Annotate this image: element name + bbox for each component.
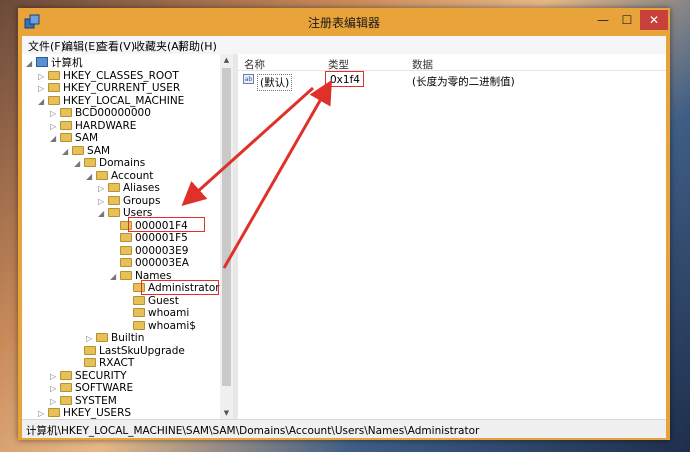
expand-arrow-icon[interactable]: ◢	[50, 133, 60, 145]
folder-icon	[60, 108, 72, 117]
menu-bar: 文件(F) 编辑(E) 查看(V) 收藏夹(A) 帮助(H)	[22, 36, 666, 55]
highlight-box-administrator	[141, 280, 219, 295]
tree-item-domains[interactable]: ◢ Domains	[74, 157, 145, 169]
expand-arrow-icon[interactable]: ▷	[38, 83, 48, 95]
scroll-thumb[interactable]	[222, 68, 231, 386]
folder-icon	[72, 145, 84, 155]
folder-icon	[60, 383, 72, 392]
folder-icon	[84, 358, 96, 367]
folder-icon	[48, 408, 60, 417]
highlight-box-000001f4	[128, 217, 205, 232]
expand-arrow-icon[interactable]: ▷	[50, 383, 60, 395]
scroll-down-icon[interactable]: ▼	[220, 407, 233, 419]
status-path: 计算机\HKEY_LOCAL_MACHINE\SAM\SAM\Domains\A…	[26, 425, 480, 437]
menu-file[interactable]: 文件(F)	[28, 38, 65, 54]
folder-icon	[84, 158, 96, 167]
value-name[interactable]: (默认)	[257, 74, 293, 91]
tree-item-sam[interactable]: ◢ SAM	[50, 132, 98, 144]
value-data: (长度为零的二进制值)	[412, 76, 515, 88]
expand-arrow-icon[interactable]: ◢	[74, 158, 84, 170]
title-bar[interactable]: 注册表编辑器 — ☐ ✕	[18, 8, 670, 36]
tree-item-whoami-dollar[interactable]: whoami$	[123, 320, 196, 332]
minimize-button[interactable]: —	[592, 10, 614, 30]
folder-icon	[60, 133, 72, 142]
folder-icon	[133, 320, 145, 330]
folder-icon	[48, 95, 60, 105]
tree-item-000001f5[interactable]: 000001F5	[110, 232, 188, 244]
folder-icon	[96, 333, 108, 342]
tree-item-sam-sam[interactable]: ◢ SAM	[62, 145, 110, 157]
tree-item-system[interactable]: ▷ SYSTEM	[50, 395, 117, 407]
expand-arrow-icon[interactable]: ◢	[98, 208, 108, 220]
maximize-button[interactable]: ☐	[616, 10, 638, 30]
folder-icon	[133, 295, 145, 305]
tree-item-hkey-current-user[interactable]: ▷ HKEY_CURRENT_USER	[38, 82, 180, 94]
tree-item-lastskuupgrade[interactable]: LastSkuUpgrade	[74, 345, 185, 357]
folder-icon	[133, 308, 145, 317]
tree-item-whoami[interactable]: whoami	[123, 307, 189, 319]
expand-arrow-icon[interactable]: ▷	[50, 396, 60, 408]
folder-icon	[48, 70, 60, 80]
binary-value-icon: ab	[243, 74, 254, 84]
expand-arrow-icon[interactable]: ▷	[98, 183, 108, 195]
scroll-up-icon[interactable]: ▲	[220, 54, 233, 66]
folder-icon	[108, 195, 120, 205]
folder-icon	[120, 258, 132, 267]
folder-icon	[96, 170, 108, 180]
expand-arrow-icon[interactable]: ▷	[86, 333, 96, 345]
tree-item-builtin[interactable]: ▷ Builtin	[86, 332, 144, 344]
close-button[interactable]: ✕	[640, 10, 668, 30]
tree-item-hkey-local-machine[interactable]: ◢ HKEY_LOCAL_MACHINE	[38, 95, 184, 107]
folder-icon	[48, 83, 60, 92]
folder-icon	[108, 183, 120, 192]
header-divider	[238, 70, 666, 71]
expand-arrow-icon[interactable]: ▷	[50, 121, 60, 133]
menu-edit[interactable]: 编辑(E)	[62, 38, 100, 54]
expand-arrow-icon[interactable]: ▷	[50, 108, 60, 120]
expand-arrow-icon[interactable]: ◢	[62, 146, 72, 158]
folder-icon	[120, 245, 132, 255]
value-list-pane[interactable]: 名称 类型 数据 ab (默认) 0x1f4 (长度为零的二进制值)	[238, 54, 666, 419]
expand-arrow-icon[interactable]: ▷	[98, 196, 108, 208]
tree-item-hkey-users[interactable]: ▷ HKEY_USERS	[38, 407, 131, 419]
tree-item-rxact[interactable]: RXACT	[74, 357, 134, 369]
expand-arrow-icon[interactable]: ◢	[110, 271, 120, 283]
expand-arrow-icon[interactable]: ▷	[38, 71, 48, 83]
menu-favorites[interactable]: 收藏夹(A)	[134, 38, 183, 54]
tree-pane[interactable]: ◢ 计算机 ▷ HKEY_CLASSES_ROOT ▷ HKEY_CURRENT_US…	[22, 54, 220, 419]
folder-icon	[120, 270, 132, 280]
expand-arrow-icon[interactable]: ▷	[38, 408, 48, 419]
registry-editor-window: 注册表编辑器 — ☐ ✕ 文件(F) 编辑(E) 查看(V) 收藏夹(A) 帮助…	[18, 8, 670, 440]
tree-item-software[interactable]: ▷ SOFTWARE	[50, 382, 133, 394]
folder-icon	[60, 370, 72, 380]
folder-icon	[60, 395, 72, 405]
tree-item-hkey-classes-root[interactable]: ▷ HKEY_CLASSES_ROOT	[38, 70, 179, 82]
folder-icon	[60, 120, 72, 130]
expand-arrow-icon[interactable]: ◢	[38, 96, 48, 108]
tree-item-security[interactable]: ▷ SECURITY	[50, 370, 127, 382]
computer-icon	[36, 57, 48, 67]
folder-icon	[84, 345, 96, 355]
tree-item-aliases[interactable]: ▷ Aliases	[98, 182, 160, 194]
folder-icon	[108, 208, 120, 217]
tree-scrollbar[interactable]: ▲ ▼	[220, 54, 233, 419]
window-title: 注册表编辑器	[307, 16, 380, 30]
expand-arrow-icon[interactable]: ▷	[50, 371, 60, 383]
expand-arrow-icon[interactable]: ◢	[26, 58, 36, 70]
tree-item-000003ea[interactable]: 000003EA	[110, 257, 189, 269]
tree-item-000003e9[interactable]: 000003E9	[110, 245, 188, 257]
folder-icon	[120, 233, 132, 242]
expand-arrow-icon[interactable]: ◢	[86, 171, 96, 183]
status-bar: 计算机\HKEY_LOCAL_MACHINE\SAM\SAM\Domains\A…	[22, 419, 666, 438]
menu-help[interactable]: 帮助(H)	[178, 38, 217, 54]
tree-item-groups[interactable]: ▷ Groups	[98, 195, 160, 207]
tree-item-hardware[interactable]: ▷ HARDWARE	[50, 120, 136, 132]
tree-item-bcd00000000[interactable]: ▷ BCD00000000	[50, 107, 151, 119]
tree-item-account[interactable]: ◢ Account	[86, 170, 153, 182]
tree-item-computer[interactable]: ◢ 计算机	[26, 57, 83, 69]
menu-view[interactable]: 查看(V)	[97, 38, 135, 54]
tree-item-guest[interactable]: Guest	[123, 295, 179, 307]
highlight-box-type	[325, 71, 364, 87]
